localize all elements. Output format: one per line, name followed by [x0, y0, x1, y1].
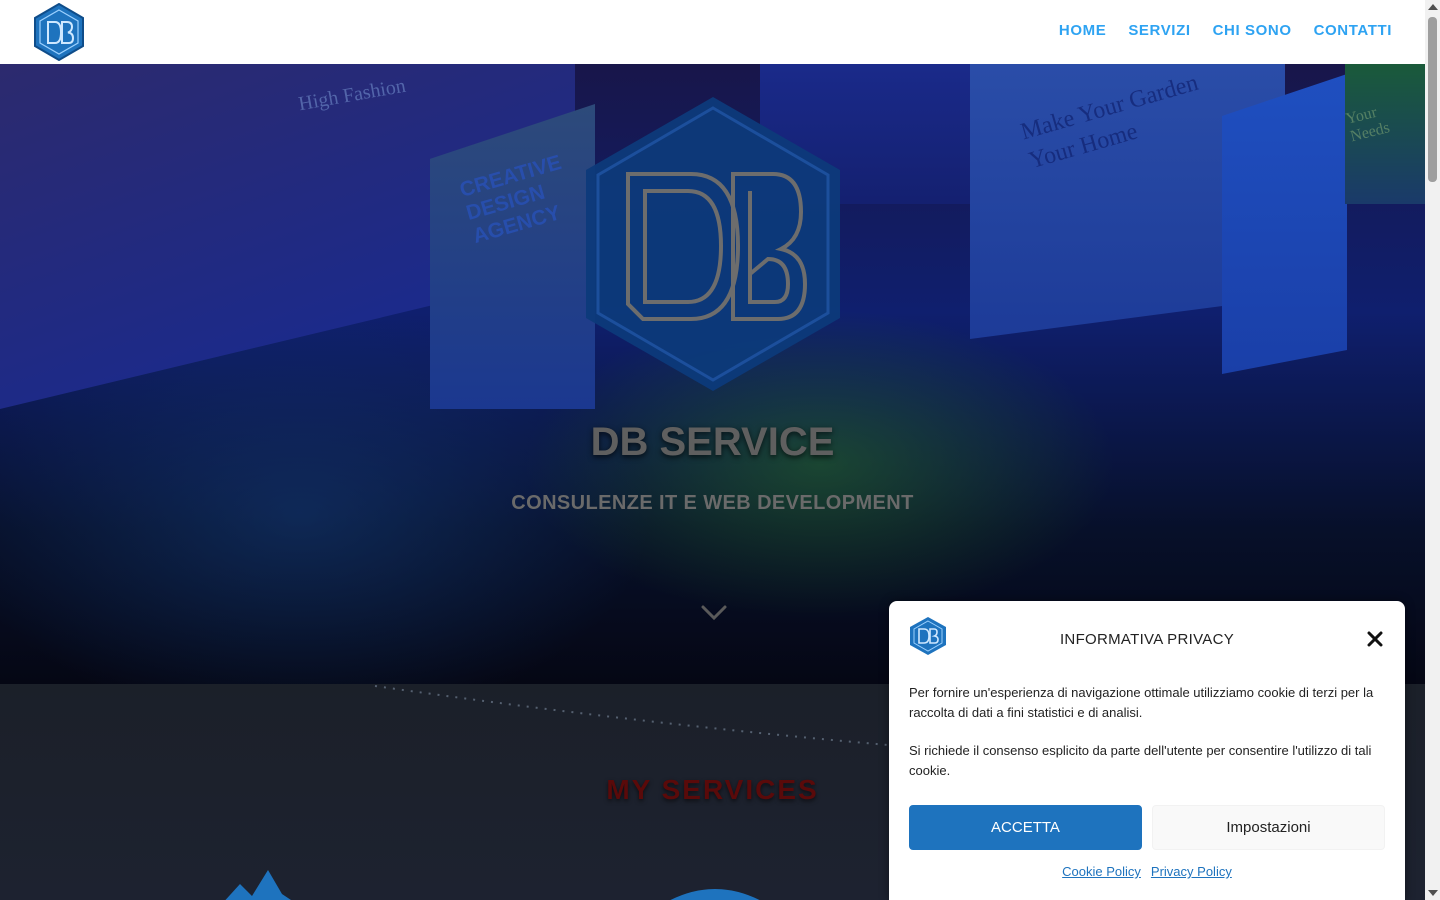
privacy-policy-link[interactable]: Privacy Policy	[1151, 864, 1232, 879]
accept-button[interactable]: ACCETTA	[909, 805, 1142, 850]
policy-links: Cookie Policy Privacy Policy	[889, 864, 1405, 879]
scroll-up-arrow-icon[interactable]	[1428, 4, 1438, 10]
page-scrollbar[interactable]	[1425, 0, 1440, 900]
modal-paragraph: Si richiede il consenso esplicito da par…	[909, 743, 1372, 778]
scroll-thumb[interactable]	[1428, 17, 1437, 182]
hero-title: DB SERVICE	[590, 420, 835, 464]
main-nav: HOME SERVIZI CHI SONO CONTATTI	[1059, 22, 1392, 39]
modal-paragraph: Per fornire un'esperienza di navigazione…	[909, 685, 1374, 720]
nav-chi-sono[interactable]: CHI SONO	[1213, 22, 1292, 39]
privacy-modal: INFORMATIVA PRIVACY Per fornire un'esper…	[889, 601, 1405, 900]
close-icon[interactable]	[1365, 629, 1385, 649]
chevron-down-icon[interactable]	[700, 604, 728, 622]
hero-bg-panel	[1222, 74, 1347, 374]
site-logo[interactable]	[33, 3, 85, 61]
modal-title: INFORMATIVA PRIVACY	[1059, 631, 1235, 648]
nav-contatti[interactable]: CONTATTI	[1314, 22, 1392, 39]
nav-servizi[interactable]: SERVIZI	[1128, 22, 1190, 39]
service-icon	[225, 870, 291, 900]
hero-logo	[586, 97, 840, 391]
nav-home[interactable]: HOME	[1059, 22, 1106, 39]
hero-subtitle: CONSULENZE IT E WEB DEVELOPMENT	[511, 492, 914, 514]
hero-section: High Fashion CREATIVE DESIGN AGENCY Make…	[0, 64, 1425, 684]
settings-button[interactable]: Impostazioni	[1152, 805, 1385, 850]
cookie-policy-link[interactable]: Cookie Policy	[1062, 864, 1141, 879]
service-icon	[670, 889, 760, 900]
scroll-down-arrow-icon[interactable]	[1428, 890, 1438, 896]
site-header: HOME SERVIZI CHI SONO CONTATTI	[0, 0, 1425, 64]
